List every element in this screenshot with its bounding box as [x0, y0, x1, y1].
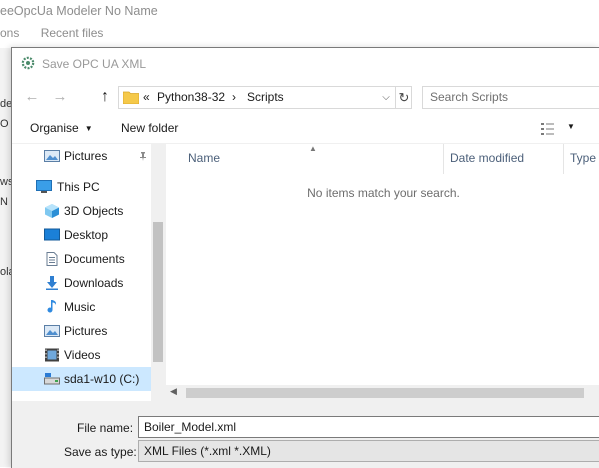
app-gear-icon [21, 56, 35, 70]
pictures-icon [44, 150, 60, 162]
command-toolbar: Organise ▼ New folder ▼ [12, 115, 599, 143]
forward-arrow-icon[interactable]: → [50, 87, 70, 107]
folder-icon [123, 91, 139, 104]
save-as-type-value: XML Files (*.xml *.XML) [144, 444, 271, 458]
dialog-title: Save OPC UA XML [42, 57, 147, 71]
music-icon [47, 300, 57, 313]
scroll-left-icon[interactable]: ◀ [170, 386, 177, 397]
sidebar-item-label: sda1-w10 (C:) [64, 372, 140, 386]
save-as-type-label: Save as type: [64, 445, 137, 459]
search-input[interactable]: Search Scripts [422, 86, 599, 109]
sidebar-scrollbar[interactable] [151, 144, 165, 401]
sidebar-item-desktop[interactable]: Desktop [12, 223, 152, 247]
chevron-down-icon[interactable]: ⌵ [378, 88, 394, 107]
file-name-value: Boiler_Model.xml [144, 420, 237, 434]
videos-icon [45, 348, 59, 362]
pictures-icon [44, 325, 60, 337]
breadcrumb-separator[interactable]: › [232, 90, 236, 104]
sidebar-item-label: Pictures [64, 324, 108, 338]
empty-message: No items match your search. [307, 186, 460, 200]
refresh-icon[interactable]: ↻ [395, 87, 412, 108]
pc-icon [36, 180, 52, 193]
navigation-pane: Pictures This PC 3D Objects Desktop Docu… [12, 144, 165, 401]
file-name-input[interactable]: Boiler_Model.xml [138, 416, 599, 438]
address-bar[interactable]: « Python38-32 › Scripts ⌵ ↻ [118, 86, 412, 109]
column-header-type[interactable]: Type [570, 151, 596, 165]
sidebar-item-label: Documents [64, 252, 125, 266]
background-app-title: eeOpcUa Modeler No Name [0, 4, 158, 18]
breadcrumb-python[interactable]: Python38-32 [157, 90, 225, 104]
sidebar-item-drive-c[interactable]: sda1-w10 (C:) [12, 367, 152, 391]
documents-icon [46, 252, 58, 266]
sidebar-item-downloads[interactable]: Downloads [12, 271, 152, 295]
sidebar-item-documents[interactable]: Documents [12, 247, 152, 271]
view-options-icon[interactable] [541, 122, 559, 136]
pin-icon[interactable] [138, 151, 148, 161]
downloads-icon [46, 276, 58, 290]
sidebar-item-label: This PC [57, 180, 100, 194]
sort-ascending-icon: ▲ [309, 144, 317, 153]
sidebar-item-this-pc[interactable]: This PC [12, 175, 152, 199]
chevron-down-icon: ▼ [84, 124, 93, 133]
column-divider[interactable] [443, 144, 444, 174]
file-list: ▲ Name Date modified Type No items match… [165, 144, 599, 401]
sidebar-item-label: Downloads [64, 276, 124, 290]
3d-objects-icon [45, 204, 59, 218]
file-name-label: File name: [77, 421, 134, 435]
sidebar-item-music[interactable]: Music [12, 295, 152, 319]
organise-label: Organise [30, 121, 79, 135]
scrollbar-thumb[interactable] [186, 388, 584, 398]
sidebar-item-label: Desktop [64, 228, 109, 242]
sidebar-item-pictures[interactable]: Pictures [12, 319, 152, 343]
drive-icon [44, 373, 60, 385]
scrollbar-thumb[interactable] [153, 222, 163, 362]
back-arrow-icon[interactable]: ← [22, 87, 42, 107]
breadcrumb-scripts[interactable]: Scripts [247, 90, 284, 104]
new-folder-button[interactable]: New folder [121, 121, 178, 135]
background-fragment: O [0, 118, 9, 130]
sidebar-item-pictures-quick[interactable]: Pictures [12, 144, 152, 168]
sidebar-item-label: Music [64, 300, 96, 314]
sidebar-item-3d-objects[interactable]: 3D Objects [12, 199, 152, 223]
background-menu-item-recent-files[interactable]: Recent files [41, 26, 104, 40]
save-dialog: Save OPC UA XML ← → ↑ « Python38-32 › Sc… [11, 47, 599, 468]
column-divider[interactable] [563, 144, 564, 174]
horizontal-scrollbar[interactable]: ◀ [166, 385, 599, 401]
sidebar-item-videos[interactable]: Videos [12, 343, 152, 367]
background-menu: ons Recent files [0, 26, 121, 40]
column-header-date-modified[interactable]: Date modified [450, 151, 524, 165]
sidebar-item-label: Pictures [64, 149, 108, 163]
background-menu-item[interactable]: ons [0, 26, 19, 40]
navigation-bar: ← → ↑ « Python38-32 › Scripts ⌵ ↻ Search… [12, 79, 599, 115]
background-fragment: N [0, 196, 8, 208]
search-placeholder: Search Scripts [430, 90, 509, 104]
dialog-titlebar[interactable]: Save OPC UA XML [12, 48, 599, 79]
up-arrow-icon[interactable]: ↑ [95, 87, 115, 107]
sidebar-item-label: Videos [64, 348, 101, 362]
column-header-name[interactable]: Name [188, 151, 220, 165]
desktop-icon [44, 228, 60, 241]
save-as-type-select[interactable]: XML Files (*.xml *.XML) [138, 440, 599, 462]
organise-button[interactable]: Organise ▼ [30, 121, 93, 135]
breadcrumb-overflow[interactable]: « [143, 90, 150, 104]
chevron-down-icon[interactable]: ▼ [567, 122, 575, 131]
sidebar-item-label: 3D Objects [64, 204, 124, 218]
